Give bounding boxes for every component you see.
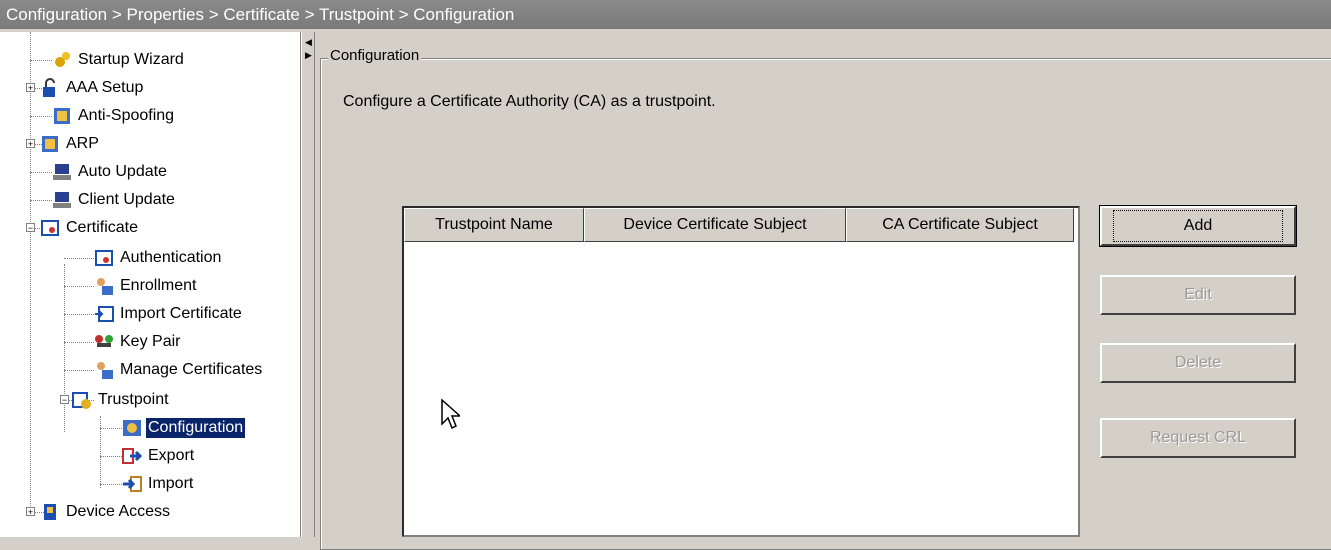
- lock-icon: [40, 78, 60, 98]
- key-icon: [94, 332, 114, 352]
- breadcrumb: Configuration > Properties > Certificate…: [0, 0, 1331, 29]
- tree-item-enrollment[interactable]: Enrollment: [94, 272, 198, 300]
- tree-item-arp[interactable]: ARP: [40, 130, 101, 158]
- tree-item-client-update[interactable]: Client Update: [52, 186, 177, 214]
- tree-item-export[interactable]: Export: [122, 442, 196, 470]
- tree-item-anti-spoofing[interactable]: Anti-Spoofing: [52, 102, 176, 130]
- tree-item-configuration[interactable]: Configuration: [122, 414, 246, 442]
- network-icon: [40, 134, 60, 154]
- expand-icon[interactable]: +: [26, 139, 35, 149]
- export-icon: [122, 446, 143, 466]
- shield-icon: [52, 106, 72, 126]
- edit-button[interactable]: Edit: [1100, 275, 1296, 315]
- tree-item-device-access[interactable]: Device Access: [40, 498, 172, 526]
- tree-item-startup-wizard[interactable]: Startup Wizard: [52, 46, 186, 74]
- certificate-icon: [94, 248, 114, 268]
- trustpoint-icon: [72, 390, 92, 410]
- expand-right-icon[interactable]: ▶: [305, 50, 312, 61]
- column-header-trustpoint-name[interactable]: Trustpoint Name: [404, 208, 584, 242]
- configuration-icon: [122, 418, 142, 438]
- certificate-icon: [40, 218, 60, 238]
- tree-item-trustpoint[interactable]: Trustpoint: [72, 386, 171, 414]
- users-icon: [94, 276, 114, 296]
- column-header-device-certificate-subject[interactable]: Device Certificate Subject: [584, 208, 846, 242]
- users-icon: [94, 360, 114, 380]
- group-title: Configuration: [328, 47, 422, 64]
- expand-icon[interactable]: +: [26, 507, 35, 517]
- tree-item-key-pair[interactable]: Key Pair: [94, 328, 182, 356]
- computer-icon: [52, 190, 72, 210]
- table-header: Trustpoint Name Device Certificate Subje…: [404, 208, 1074, 242]
- tree-item-aaa-setup[interactable]: AAA Setup: [40, 74, 145, 102]
- import-icon: [122, 474, 142, 494]
- description-text: Configure a Certificate Authority (CA) a…: [343, 93, 716, 110]
- column-header-ca-certificate-subject[interactable]: CA Certificate Subject: [846, 208, 1074, 242]
- device-access-icon: [40, 502, 60, 522]
- add-button[interactable]: Add: [1099, 205, 1297, 247]
- mouse-cursor-icon: [441, 398, 460, 430]
- wizard-icon: [52, 50, 72, 70]
- import-certificate-icon: [94, 304, 114, 324]
- tree-item-import[interactable]: Import: [122, 470, 195, 498]
- tree-item-auto-update[interactable]: Auto Update: [52, 158, 169, 186]
- trustpoint-table[interactable]: Trustpoint Name Device Certificate Subje…: [402, 206, 1080, 537]
- tree-item-manage-certificates[interactable]: Manage Certificates: [94, 356, 264, 384]
- panel-splitter[interactable]: ◀ ▶: [301, 32, 315, 537]
- collapse-icon[interactable]: −: [60, 395, 69, 405]
- collapse-left-icon[interactable]: ◀: [305, 37, 312, 48]
- computer-icon: [52, 162, 72, 182]
- navigation-tree[interactable]: + + − − + Startup Wizard AAA Setup Anti-…: [0, 32, 301, 537]
- request-crl-button[interactable]: Request CRL: [1100, 418, 1296, 458]
- tree-item-authentication[interactable]: Authentication: [94, 244, 223, 272]
- tree-item-certificate[interactable]: Certificate: [40, 214, 140, 242]
- collapse-icon[interactable]: −: [26, 223, 35, 233]
- tree-item-import-certificate[interactable]: Import Certificate: [94, 300, 244, 328]
- delete-button[interactable]: Delete: [1100, 343, 1296, 383]
- expand-icon[interactable]: +: [26, 83, 35, 93]
